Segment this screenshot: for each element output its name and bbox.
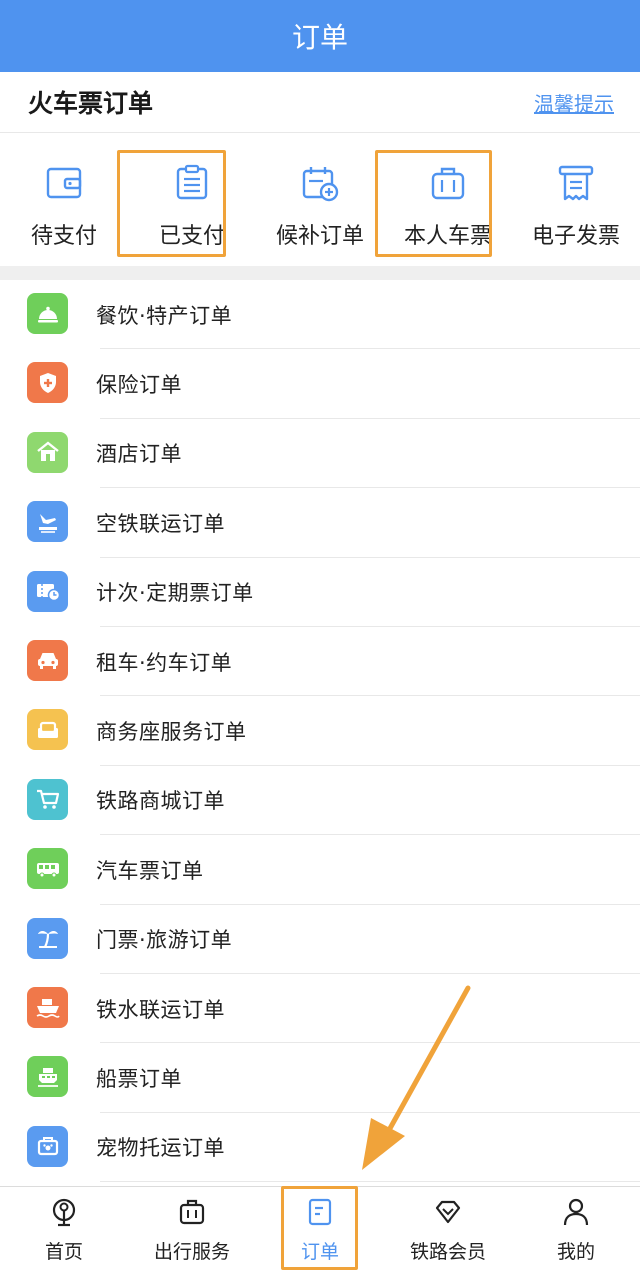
tab-home[interactable]: 首页 — [0, 1187, 128, 1286]
shortcut-label: 候补订单 — [275, 224, 364, 249]
list-item-label: 宠物托运订单 — [96, 1136, 225, 1161]
shield-plus-icon — [27, 362, 68, 404]
list-item[interactable]: 酒店订单 — [0, 419, 640, 489]
person-icon — [561, 1197, 591, 1231]
list-item[interactable]: 租车·约车订单 — [0, 627, 640, 697]
train-order-shortcuts: 待支付 已支付 候补订单 本人车票 电子发票 — [0, 134, 640, 266]
list-item[interactable]: 商务座服务订单 — [0, 696, 640, 766]
page-title: 订单 — [291, 21, 348, 54]
list-item-label: 船票订单 — [96, 1066, 182, 1091]
luggage-icon — [429, 164, 467, 206]
shortcut-label: 电子发票 — [531, 224, 620, 249]
list-item-label: 铁水联运订单 — [96, 997, 225, 1022]
shortcut-e-invoice[interactable]: 电子发票 — [512, 134, 640, 266]
wallet-icon — [45, 164, 83, 206]
dining-bell-icon — [27, 293, 68, 334]
list-item-label: 酒店订单 — [96, 442, 182, 467]
suitcase-icon — [177, 1197, 207, 1231]
list-item-label: 租车·约车订单 — [96, 650, 233, 675]
list-item[interactable]: 宠物托运订单 — [0, 1113, 640, 1183]
railway-home-icon — [49, 1197, 79, 1231]
list-item[interactable]: 门票·旅游订单 — [0, 905, 640, 974]
list-item[interactable]: 保险订单 — [0, 349, 640, 419]
section-divider — [0, 266, 640, 280]
palm-tree-icon — [27, 917, 68, 959]
tab-label: 订单 — [300, 1241, 339, 1263]
section-title: 火车票订单 — [28, 89, 154, 118]
calendar-add-icon — [301, 164, 339, 206]
tab-mine[interactable]: 我的 — [512, 1187, 640, 1286]
pet-carrier-icon — [27, 1125, 68, 1167]
tab-orders[interactable]: 订单 — [256, 1187, 384, 1286]
shortcut-label: 已支付 — [158, 224, 225, 249]
paid-list-icon — [173, 164, 211, 206]
shortcut-label: 待支付 — [30, 224, 97, 249]
tab-travel-services[interactable]: 出行服务 — [128, 1187, 256, 1286]
list-item[interactable]: 空铁联运订单 — [0, 488, 640, 558]
train-orders-header: 火车票订单 温馨提示 — [0, 72, 640, 133]
list-item-label: 计次·定期票订单 — [96, 581, 254, 606]
ticket-clock-icon — [27, 570, 68, 612]
list-item[interactable]: 餐饮·特产订单 — [0, 280, 640, 350]
list-item-label: 商务座服务订单 — [96, 720, 247, 745]
bus-icon — [27, 848, 68, 890]
ship-train-icon — [27, 986, 68, 1028]
shortcut-my-tickets[interactable]: 本人车票 — [384, 134, 512, 266]
tab-label: 铁路会员 — [409, 1241, 486, 1263]
list-item[interactable]: 铁路商城订单 — [0, 766, 640, 836]
ferry-icon — [27, 1056, 68, 1098]
invoice-icon — [557, 164, 595, 206]
list-item-label: 餐饮·特产订单 — [96, 303, 233, 328]
list-item[interactable]: 船票订单 — [0, 1043, 640, 1113]
tips-link[interactable]: 温馨提示 — [534, 88, 614, 117]
list-item-label: 铁路商城订单 — [96, 789, 225, 814]
sofa-icon — [27, 709, 68, 751]
list-item-label: 门票·旅游订单 — [96, 928, 233, 953]
car-icon — [27, 639, 68, 681]
bottom-tab-bar: 首页 出行服务 订单 铁路会员 我的 — [0, 1186, 640, 1286]
tab-label: 出行服务 — [153, 1241, 230, 1263]
shortcut-pending-payment[interactable]: 待支付 — [0, 134, 128, 266]
order-doc-icon — [305, 1197, 335, 1231]
diamond-icon — [433, 1197, 463, 1231]
app-header: 订单 — [0, 0, 640, 72]
list-item[interactable]: 计次·定期票订单 — [0, 558, 640, 627]
tab-label: 首页 — [44, 1241, 83, 1263]
list-item[interactable]: 铁水联运订单 — [0, 974, 640, 1044]
cart-icon — [27, 778, 68, 820]
list-item[interactable]: 汽车票订单 — [0, 835, 640, 905]
divider — [100, 1181, 640, 1183]
list-item-label: 空铁联运订单 — [96, 511, 225, 536]
list-item-label: 保险订单 — [96, 373, 182, 398]
shortcut-paid[interactable]: 已支付 — [128, 134, 256, 266]
plane-train-icon — [27, 501, 68, 543]
tab-railway-member[interactable]: 铁路会员 — [384, 1187, 512, 1286]
list-item-label: 汽车票订单 — [96, 858, 204, 883]
shortcut-waitlist[interactable]: 候补订单 — [256, 134, 384, 266]
hotel-icon — [27, 431, 68, 473]
tab-label: 我的 — [556, 1241, 595, 1263]
shortcut-label: 本人车票 — [403, 224, 492, 249]
order-list: 餐饮·特产订单 保险订单 酒店订单 空铁联运订单 计次·定期票订单 租车·约车订 — [0, 280, 640, 1183]
